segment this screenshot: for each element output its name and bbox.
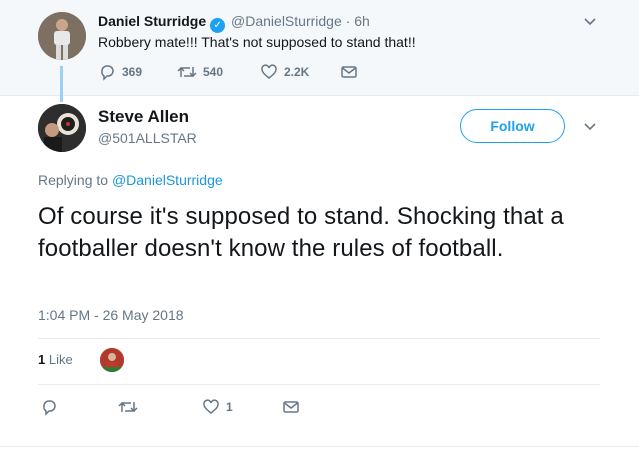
tweet-timestamp[interactable]: 1:04 PM - 26 May 2018	[38, 307, 184, 323]
direct-message-button[interactable]	[282, 398, 300, 416]
divider	[38, 338, 600, 339]
reply-icon	[101, 65, 114, 81]
bottom-divider	[0, 446, 639, 447]
envelope-icon	[341, 66, 357, 78]
author-handle[interactable]: @DanielSturridge	[231, 13, 342, 29]
author-name[interactable]: Daniel Sturridge	[98, 13, 206, 29]
thread-line	[60, 66, 63, 102]
chevron-down-icon[interactable]	[582, 13, 598, 29]
retweet-icon	[118, 401, 138, 413]
reply-icon	[43, 400, 56, 416]
replying-to-handle[interactable]: @DanielSturridge	[112, 172, 223, 188]
likes-number: 1	[38, 352, 46, 367]
replying-to-label: Replying to	[38, 172, 109, 188]
parent-tweet-header: Daniel Sturridge ✓ @DanielSturridge · 6h	[98, 12, 370, 33]
direct-message-button[interactable]	[340, 63, 358, 81]
reply-button[interactable]	[40, 398, 58, 416]
avatar-steve-allen[interactable]	[38, 104, 86, 152]
retweet-button[interactable]: 540	[177, 63, 223, 81]
retweet-count: 540	[203, 65, 224, 79]
parent-tweet[interactable]: Daniel Sturridge ✓ @DanielSturridge · 6h …	[0, 0, 639, 96]
like-count: 2.2K	[284, 65, 310, 79]
reply-button[interactable]: 369	[98, 63, 142, 81]
parent-tweet-text: Robbery mate!!! That's not supposed to s…	[98, 34, 416, 50]
retweet-button[interactable]	[118, 398, 138, 416]
heart-icon	[261, 64, 277, 79]
likes-summary[interactable]: 1 Like	[38, 352, 73, 367]
liker-avatar[interactable]	[100, 348, 124, 372]
likes-label: Like	[48, 352, 73, 367]
tweet-time[interactable]: 6h	[354, 13, 370, 29]
reply-count: 369	[122, 65, 143, 79]
follow-button[interactable]: Follow	[460, 109, 565, 143]
replying-to: Replying to @DanielSturridge	[38, 172, 223, 188]
verified-icon: ✓	[210, 18, 226, 33]
avatar-daniel-sturridge[interactable]	[38, 12, 86, 60]
like-count: 1	[226, 400, 233, 414]
like-button[interactable]: 1	[202, 398, 233, 416]
separator-dot: ·	[345, 13, 351, 29]
like-button[interactable]: 2.2K	[260, 63, 309, 81]
divider	[38, 384, 600, 385]
tweet-text: Of course it's supposed to stand. Shocki…	[38, 203, 564, 262]
retweet-icon	[177, 66, 197, 78]
envelope-icon	[283, 401, 299, 413]
chevron-down-icon[interactable]	[582, 118, 598, 134]
author-name[interactable]: Steve Allen	[98, 106, 189, 128]
author-handle[interactable]: @501ALLSTAR	[98, 130, 197, 146]
heart-icon	[203, 399, 219, 414]
